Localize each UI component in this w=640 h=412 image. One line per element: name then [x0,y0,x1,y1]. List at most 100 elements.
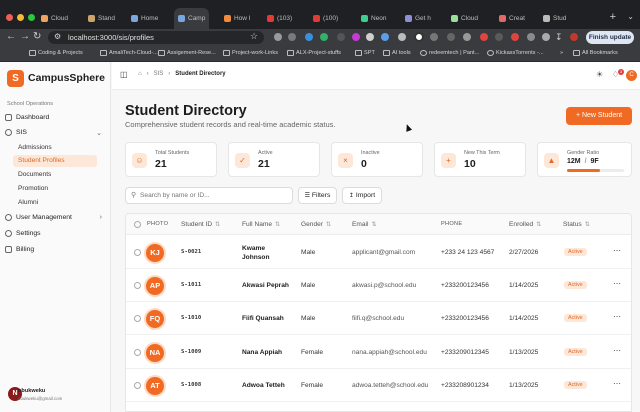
bookmark-folder[interactable]: Project-work-Links [223,50,278,56]
bookmark-folder[interactable]: AmaliTech-Cloud-... [100,50,158,56]
browser-tab[interactable]: Stand [88,10,115,26]
extension-icon[interactable] [430,33,438,41]
bookmark-link[interactable]: KickassTorrents -... [487,50,544,56]
browser-tab[interactable]: Cloud [451,10,478,26]
column-email[interactable]: Email ⇅ [352,221,377,228]
home-icon[interactable]: ⌂ [138,71,142,77]
chevron-right-icon[interactable]: » [560,50,563,56]
forward-icon[interactable]: → [20,32,30,42]
extension-icon[interactable] [288,33,296,41]
sidebar-item-sis[interactable]: SIS [5,129,105,136]
column-enrolled[interactable]: Enrolled ⇅ [509,221,541,228]
minimize-window-button[interactable] [17,14,24,21]
table-row[interactable]: AP S-1011 Akwasi Peprah Male akwasi.p@sc… [126,269,631,302]
extension-icon[interactable] [511,33,519,41]
more-actions-icon[interactable]: ⋯ [613,312,622,321]
extension-icon[interactable] [495,33,503,41]
select-all-checkbox[interactable] [134,221,141,228]
row-checkbox[interactable] [134,282,141,289]
bookmark-folder[interactable]: ALX-Project-stuffs [287,50,341,56]
sidebar-subitem-documents[interactable]: Documents [18,171,51,178]
extension-icon[interactable] [366,33,374,41]
bookmark-folder[interactable]: SPT [355,50,375,56]
user-card[interactable]: N obukweku obukweku@gmail.com [6,387,106,407]
finish-update-button[interactable]: Finish update [586,31,634,44]
sidebar-subitem-student-profiles[interactable]: Student Profiles [13,155,97,167]
search-input[interactable] [140,190,290,201]
reload-icon[interactable]: ↻ [33,32,41,42]
filters-button[interactable]: ☰ Filters [298,187,337,204]
maximize-window-button[interactable] [28,14,35,21]
column-student-id[interactable]: Student ID ⇅ [181,221,220,228]
table-row[interactable]: NA S-1009 Nana Appiah Female nana.appiah… [126,336,631,369]
close-window-button[interactable] [6,14,13,21]
sidebar-item-dashboard[interactable]: Dashboard [5,114,49,121]
student-name[interactable]: Kwame Johnson [242,244,282,262]
site-info-icon[interactable]: ⚙ [54,32,61,42]
sidebar-toggle-icon[interactable]: ◫ [120,70,128,79]
browser-tab[interactable]: Cloud [41,10,68,26]
back-icon[interactable]: ← [6,32,16,42]
table-row[interactable]: AT S-1008 Adwoa Tetteh Female adwoa.tett… [126,369,631,402]
chevron-right-icon[interactable]: › [100,214,102,221]
sidebar-subitem-promotion[interactable]: Promotion [18,185,48,192]
chevron-down-icon[interactable]: ⌄ [96,129,102,137]
browser-tab[interactable]: (100) [313,10,338,26]
bookmark-folder[interactable]: Coding & Projects [29,50,83,56]
sidebar-subitem-alumni[interactable]: Alumni [18,199,38,206]
all-bookmarks-folder[interactable]: All Bookmarks [573,50,618,56]
sidebar-item-user-management[interactable]: User Management [5,214,72,221]
row-checkbox[interactable] [134,249,141,256]
address-bar[interactable]: ⚙ localhost:3000/sis/profiles [48,31,264,44]
extension-icon[interactable] [320,33,328,41]
new-student-button[interactable]: + New Student [566,107,632,125]
download-icon[interactable]: ↧ [555,32,563,42]
row-checkbox[interactable] [134,315,141,322]
extension-icon[interactable] [352,33,360,41]
tab-search-chevron-icon[interactable]: ⌄ [627,12,634,21]
breadcrumb-sis[interactable]: SIS [154,71,164,77]
row-checkbox[interactable] [134,349,141,356]
student-name[interactable]: Fiifi Quansah [242,315,284,322]
extension-icon[interactable] [337,33,345,41]
more-actions-icon[interactable]: ⋯ [613,246,622,255]
extension-icon[interactable] [527,33,535,41]
more-actions-icon[interactable]: ⋯ [613,279,622,288]
bookmark-star-icon[interactable]: ☆ [250,31,258,41]
bookmark-folder[interactable]: Assigement-Rese... [158,50,216,56]
extension-icon[interactable] [447,33,455,41]
sidebar-subitem-admissions[interactable]: Admissions [18,144,52,151]
browser-tab[interactable]: Get h [405,10,431,26]
extension-icon[interactable] [542,33,550,41]
browser-tab[interactable]: How I [224,10,251,26]
table-row[interactable]: FQ S-1010 Fiifi Quansah Male fiifi.q@sch… [126,302,631,335]
row-checkbox[interactable] [134,382,141,389]
browser-tab[interactable]: Home [131,10,158,26]
student-name[interactable]: Akwasi Peprah [242,282,289,289]
extension-icon[interactable] [480,33,488,41]
extension-icon[interactable] [274,33,282,41]
extension-icon[interactable] [463,33,471,41]
browser-tab[interactable]: Stud [543,10,566,26]
table-row[interactable]: KJ S-0021 Kwame Johnson Male applicant@g… [126,236,631,269]
extension-icon[interactable] [305,33,313,41]
column-full-name[interactable]: Full Name ⇅ [242,221,280,228]
column-status[interactable]: Status ⇅ [563,221,590,228]
import-button[interactable]: ↥ Import [342,187,382,204]
extension-icon[interactable] [381,33,389,41]
student-name[interactable]: Nana Appiah [242,349,282,356]
browser-tab[interactable]: Creat [499,10,525,26]
column-gender[interactable]: Gender ⇅ [301,221,331,228]
browser-tab[interactable]: Camp [174,8,210,29]
more-actions-icon[interactable]: ⋯ [613,346,622,355]
browser-tab[interactable]: Neon [361,10,387,26]
sidebar-item-billing[interactable]: Billing [5,246,34,253]
bookmark-link[interactable]: redeemtech | Pant... [420,50,479,56]
theme-toggle-icon[interactable]: ☀ [596,70,603,79]
extension-icon[interactable] [414,32,424,42]
profile-avatar-icon[interactable] [570,33,578,41]
student-name[interactable]: Adwoa Tetteh [242,382,285,389]
sidebar-item-settings[interactable]: Settings [5,230,41,237]
new-tab-button[interactable]: + [610,11,616,23]
avatar[interactable]: C [626,70,637,81]
